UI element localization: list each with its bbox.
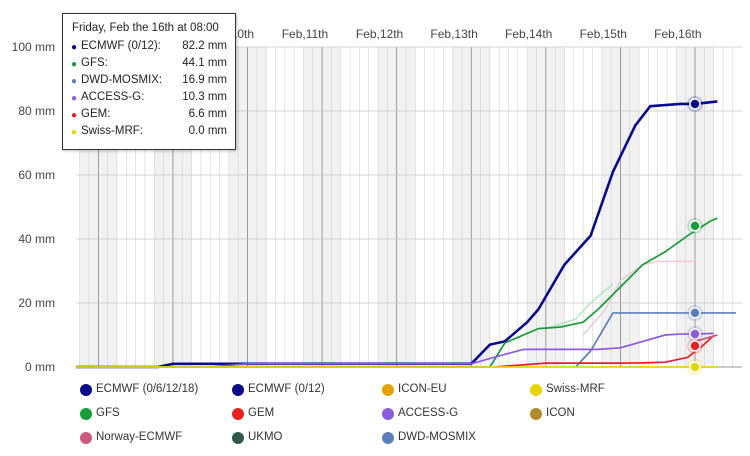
series-dot-icon: ● xyxy=(71,76,78,87)
y-tick-label: 60 mm xyxy=(18,168,55,182)
x-tick-label: Feb,15th xyxy=(580,27,627,41)
series-dot-icon: ● xyxy=(71,42,78,53)
tooltip-series-name: Swiss-MRF: xyxy=(81,125,143,137)
x-tick-label: Feb,11th xyxy=(282,27,328,41)
legend-symbol-icon xyxy=(530,384,542,396)
tooltip-series-value: 16.9 mm xyxy=(182,74,227,86)
legend-symbol-icon xyxy=(80,432,92,444)
hover-tooltip: Friday, Feb the 16th at 08:00 ● ECMWF (0/… xyxy=(62,13,236,150)
y-tick-label: 100 mm xyxy=(12,40,55,54)
tooltip-row: ● GFS: 44.1 mm xyxy=(71,57,227,73)
hover-point xyxy=(689,328,701,340)
tooltip-series-name: DWD-MOSMIX: xyxy=(81,74,163,86)
legend-label: ECMWF (0/6/12/18) xyxy=(96,383,199,395)
x-tick-label: Feb,13th xyxy=(430,27,477,41)
tooltip-series-name: ECMWF (0/12): xyxy=(81,40,161,52)
hover-point xyxy=(689,220,701,232)
legend-label: Norway-ECMWF xyxy=(96,431,183,443)
series-dot-icon: ● xyxy=(71,110,78,121)
hover-point xyxy=(689,98,701,110)
hover-point xyxy=(689,361,701,373)
y-tick-label: 40 mm xyxy=(18,232,55,246)
chart-legend: ECMWF (0/6/12/18) ECMWF (0/12) ICON-EU Swis… xyxy=(0,380,750,456)
x-tick-label: Feb,16th xyxy=(654,27,701,41)
tooltip-series-value: 10.3 mm xyxy=(182,91,227,103)
hover-point xyxy=(689,307,701,319)
legend-label: ECMWF (0/12) xyxy=(248,383,325,395)
series-dot-icon: ● xyxy=(71,93,78,104)
legend-symbol-icon xyxy=(80,384,92,396)
y-tick-label: 80 mm xyxy=(18,104,55,118)
tooltip-row: ● GEM: 6.6 mm xyxy=(71,108,227,124)
y-tick-label: 20 mm xyxy=(18,296,55,310)
tooltip-title: Friday, Feb the 16th at 08:00 xyxy=(72,22,219,34)
legend-label: ICON xyxy=(546,407,575,419)
legend-label: DWD-MOSMIX xyxy=(398,431,476,443)
tooltip-series-name: ACCESS-G: xyxy=(81,91,145,103)
series-dot-icon: ● xyxy=(71,127,78,138)
legend-label: ICON-EU xyxy=(398,383,447,395)
legend-symbol-icon xyxy=(232,408,244,420)
legend-label: Swiss-MRF xyxy=(546,383,605,395)
legend-symbol-icon xyxy=(530,408,542,420)
legend-symbol-icon xyxy=(382,408,394,420)
tooltip-series-value: 44.1 mm xyxy=(182,57,227,69)
legend-symbol-icon xyxy=(232,432,244,444)
tooltip-row: ● ECMWF (0/12): 82.2 mm xyxy=(71,40,227,56)
tooltip-series-name: GEM: xyxy=(81,108,111,120)
tooltip-series-value: 82.2 mm xyxy=(182,40,227,52)
legend-label: ACCESS-G xyxy=(398,407,459,419)
legend-label: GEM xyxy=(248,407,275,419)
tooltip-series-value: 0.0 mm xyxy=(188,125,227,137)
tooltip-row: ● Swiss-MRF: 0.0 mm xyxy=(71,125,227,141)
legend-symbol-icon xyxy=(382,384,394,396)
y-tick-label: 0 mm xyxy=(25,360,55,374)
legend-symbol-icon xyxy=(382,432,394,444)
legend-symbol-icon xyxy=(232,384,244,396)
tooltip-row: ● DWD-MOSMIX: 16.9 mm xyxy=(71,74,227,90)
x-tick-label: Feb,12th xyxy=(356,27,403,41)
x-tick-label: Feb,14th xyxy=(505,27,552,41)
legend-label: UKMO xyxy=(248,431,283,443)
hover-point xyxy=(689,340,701,352)
series-dot-icon: ● xyxy=(71,59,78,70)
y-axis: 0 mm 20 mm 40 mm 60 mm 80 mm 100 mm xyxy=(12,40,55,374)
tooltip-series-name: GFS: xyxy=(81,57,108,69)
legend-label: GFS xyxy=(96,407,120,419)
legend-symbol-icon xyxy=(80,408,92,420)
tooltip-series-value: 6.6 mm xyxy=(188,108,227,120)
tooltip-row: ● ACCESS-G: 10.3 mm xyxy=(71,91,227,107)
